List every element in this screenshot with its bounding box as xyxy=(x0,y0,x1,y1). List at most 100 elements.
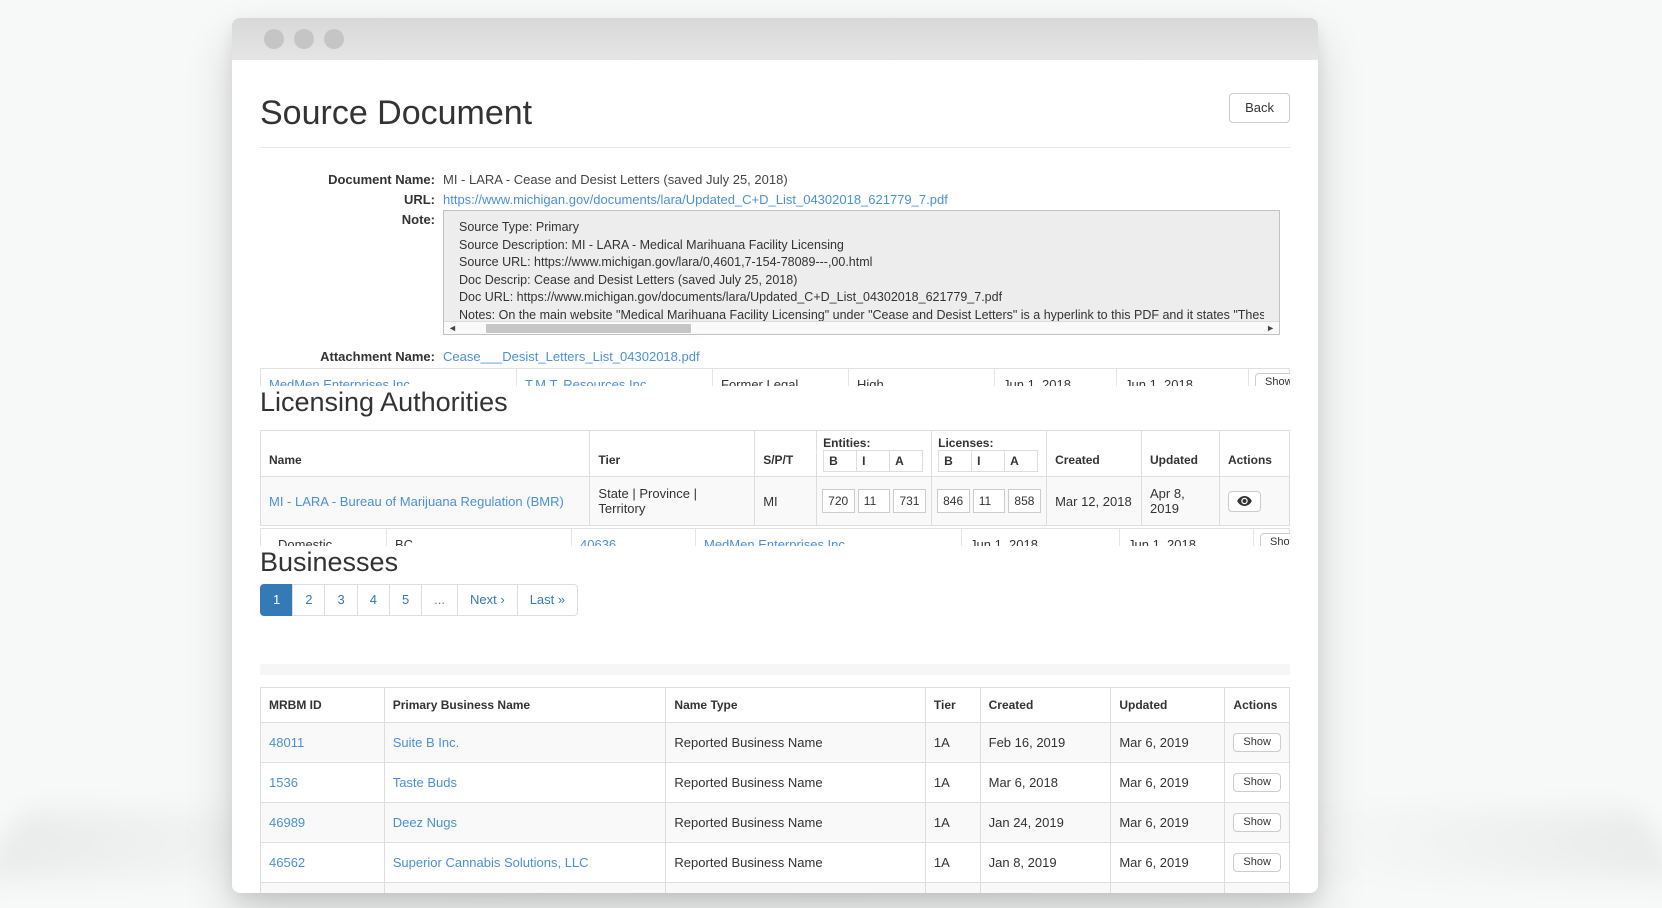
mrbm-id-cell: 1537 xyxy=(261,883,385,894)
show-button[interactable]: Show xyxy=(1233,733,1281,752)
mrbm-id-link[interactable]: 48011 xyxy=(269,735,304,750)
licenses-subheader: B I A xyxy=(938,450,1040,472)
note-box[interactable]: Source Type: Primary Source Description:… xyxy=(443,210,1280,335)
businesses-table: MRBM ID Primary Business Name Name Type … xyxy=(260,687,1290,893)
note-horizontal-scrollbar[interactable]: ◄ ► xyxy=(444,321,1279,334)
attachment-label: Attachment Name: xyxy=(260,347,435,366)
businesses-pagination: 1 2 3 4 5 ... Next › Last » xyxy=(260,584,578,616)
business-name-cell: Suite B Inc. xyxy=(384,723,666,763)
authority-name-cell: MI - LARA - Bureau of Marijuana Regulati… xyxy=(261,477,590,526)
document-note-label: Note: xyxy=(260,210,435,335)
back-button[interactable]: Back xyxy=(1229,93,1290,123)
updated-cell: Mar 6, 2019 xyxy=(1111,803,1225,843)
spt-cell: MI xyxy=(755,477,817,526)
tier-cell: 1A xyxy=(925,883,980,894)
attachment-link[interactable]: Cease___Desist_Letters_List_04302018.pdf xyxy=(443,347,700,366)
show-button[interactable]: Show xyxy=(1255,373,1290,386)
actions-cell: Show xyxy=(1248,369,1290,386)
column-header-actions: Actions xyxy=(1219,431,1289,477)
business-name-link[interactable]: T.M.T. Resources Inc. xyxy=(516,369,712,386)
show-button[interactable]: Show xyxy=(1233,813,1281,832)
id-link[interactable]: 40636 xyxy=(571,529,695,546)
column-header-updated: Updated xyxy=(1142,431,1220,477)
mrbm-id-link[interactable]: 46989 xyxy=(269,815,305,830)
column-header-tier: Tier xyxy=(590,431,755,477)
page-header: Source Document Back xyxy=(260,93,1290,133)
show-button[interactable]: Show xyxy=(1233,773,1281,792)
mrbm-id-cell: 48011 xyxy=(261,723,385,763)
clipped-table-row-top: MedMen Enterprises Inc. T.M.T. Resources… xyxy=(260,368,1290,386)
column-header-spt: S/P/T xyxy=(755,431,817,477)
mrbm-id-link[interactable]: 1536 xyxy=(269,775,298,790)
updated-cell: Mar 6, 2019 xyxy=(1111,763,1225,803)
document-note-row: Note: Source Type: Primary Source Descri… xyxy=(260,210,1290,335)
browser-window: Source Document Back Document Name: MI -… xyxy=(232,18,1318,893)
mrbm-id-cell: 46989 xyxy=(261,803,385,843)
column-header-created: Created xyxy=(1047,431,1142,477)
business-name-link[interactable]: Taste Buds xyxy=(393,775,457,790)
updated-cell: Jun 1, 2018 xyxy=(1116,369,1248,386)
pagination-last[interactable]: Last » xyxy=(517,584,578,616)
pagination-page-3[interactable]: 3 xyxy=(324,584,357,616)
tier-cell: 1A xyxy=(925,723,980,763)
clipped-table-row-middle: Domestic BC 40636 MedMen Enterprises Inc… xyxy=(260,528,1290,546)
created-cell: Mar 6, 2018 xyxy=(980,763,1111,803)
view-button[interactable] xyxy=(1228,491,1261,512)
business-name-link[interactable]: Suite B Inc. xyxy=(393,735,459,750)
table-header-row: MRBM ID Primary Business Name Name Type … xyxy=(261,688,1290,723)
scroll-right-arrow-icon[interactable]: ► xyxy=(1266,322,1275,334)
subcolumn-i: I xyxy=(971,450,1005,472)
licensing-authority-row: MI - LARA - Bureau of Marijuana Regulati… xyxy=(261,477,1290,526)
pagination-page-5[interactable]: 5 xyxy=(389,584,422,616)
note-line: Source URL: https://www.michigan.gov/lar… xyxy=(459,254,1264,272)
business-link[interactable]: MedMen Enterprises Inc. xyxy=(695,529,961,546)
column-header-updated: Updated xyxy=(1111,688,1225,723)
document-url-link[interactable]: https://www.michigan.gov/documents/lara/… xyxy=(443,190,948,209)
licenses-values-cell: 846 11 858 xyxy=(932,477,1047,526)
column-header-name: Name xyxy=(261,431,590,477)
name-type-cell: Reported Business Name xyxy=(666,883,926,894)
actions-cell xyxy=(1219,477,1289,526)
licensing-authorities-heading: Licensing Authorities xyxy=(260,386,1290,418)
pagination-page-1[interactable]: 1 xyxy=(260,584,293,616)
show-button[interactable]: Show xyxy=(1260,533,1290,546)
subcolumn-a: A xyxy=(889,450,923,472)
tier-cell: 1A xyxy=(925,843,980,883)
entities-subheader: B I A xyxy=(823,450,925,472)
document-name-value: MI - LARA - Cease and Desist Letters (sa… xyxy=(443,170,788,189)
business-name-link[interactable]: Superior Cannabis Solutions, LLC xyxy=(393,855,589,870)
pagination-ellipsis: ... xyxy=(421,584,458,616)
type-cell: Domestic xyxy=(261,529,386,546)
created-cell: Feb 16, 2019 xyxy=(980,723,1111,763)
document-url-label: URL: xyxy=(260,190,435,209)
name-type-cell: Reported Business Name xyxy=(666,763,926,803)
licensing-authorities-table: Name Tier S/P/T Entities: B I A Licenses… xyxy=(260,430,1290,526)
updated-cell: Mar 6, 2019 xyxy=(1111,843,1225,883)
business-name-link[interactable]: Deez Nugs xyxy=(393,815,457,830)
header-divider xyxy=(260,147,1290,148)
pagination-page-2[interactable]: 2 xyxy=(292,584,325,616)
tier-cell: 1A xyxy=(925,803,980,843)
authority-link[interactable]: MI - LARA - Bureau of Marijuana Regulati… xyxy=(269,494,564,509)
pagination-next[interactable]: Next › xyxy=(457,584,518,616)
document-name-label: Document Name: xyxy=(260,170,435,189)
business-name-cell: Deez Nugs xyxy=(384,803,666,843)
scrollbar-thumb[interactable] xyxy=(486,324,691,333)
subcolumn-b: B xyxy=(938,450,972,472)
page-title: Source Document xyxy=(260,93,532,133)
mrbm-id-link[interactable]: 46562 xyxy=(269,855,305,870)
businesses-heading: Businesses xyxy=(260,546,1290,578)
entities-values-cell: 720 11 731 xyxy=(817,477,932,526)
page-content: Source Document Back Document Name: MI -… xyxy=(232,93,1318,893)
scroll-left-arrow-icon[interactable]: ◄ xyxy=(448,322,457,334)
business-name-cell: Superior Cannabis Solutions, LLC xyxy=(384,843,666,883)
document-fields: Document Name: MI - LARA - Cease and Des… xyxy=(260,170,1290,366)
updated-cell: Jun 1, 2018 xyxy=(1119,529,1253,546)
column-header-tier: Tier xyxy=(925,688,980,723)
business-link[interactable]: MedMen Enterprises Inc. xyxy=(261,369,516,386)
window-control-dot xyxy=(324,29,344,49)
show-button[interactable]: Show xyxy=(1233,853,1281,872)
pagination-page-4[interactable]: 4 xyxy=(357,584,390,616)
document-url-row: URL: https://www.michigan.gov/documents/… xyxy=(260,190,1290,209)
licenses-i-value: 11 xyxy=(973,489,1006,513)
